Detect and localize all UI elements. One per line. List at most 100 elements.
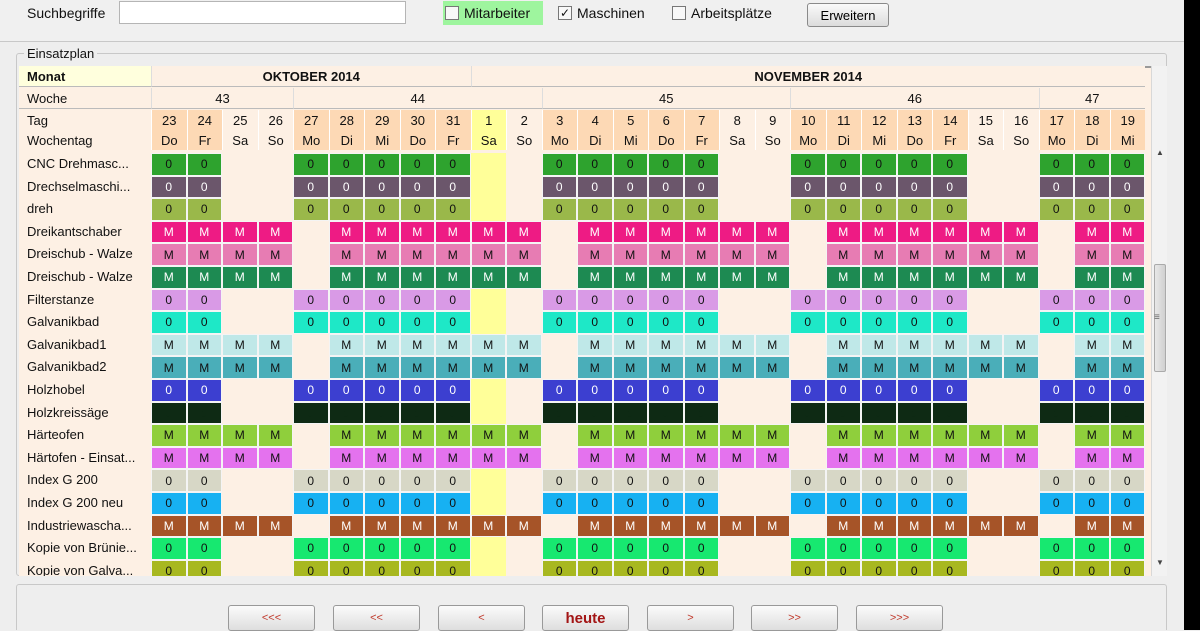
today-cell — [470, 175, 506, 199]
schedule-cell: M — [506, 514, 542, 538]
weekday-header: So — [754, 130, 790, 150]
schedule-cell: 0 — [683, 401, 719, 425]
schedule-cell: M — [328, 514, 364, 538]
schedule-cell: 0 — [896, 379, 932, 402]
schedule-cell: M — [257, 220, 293, 244]
schedule-cell: M — [932, 514, 968, 538]
schedule-cell: 0 — [186, 537, 222, 560]
month-header: NOVEMBER 2014 — [470, 66, 1145, 87]
nav-next-button[interactable]: > — [647, 605, 734, 631]
schedule-cell: M — [257, 333, 293, 357]
weekday-header: Mi — [861, 130, 897, 150]
schedule-cell: 0 — [1038, 175, 1074, 199]
day-header: 29 — [364, 110, 400, 130]
schedule-cell: 0 — [896, 288, 932, 312]
machine-row-label: Härtofen - Einsat... — [27, 449, 136, 465]
day-header: 11 — [825, 110, 861, 130]
nav-next-week-button[interactable]: >> — [751, 605, 838, 631]
checkbox-mitarbeiter-box[interactable] — [445, 6, 459, 20]
machine-row-label: Galvanikbad — [27, 314, 100, 330]
schedule-cell: M — [1003, 243, 1039, 266]
schedule-cell: M — [896, 356, 932, 379]
day-header: 18 — [1074, 110, 1110, 130]
schedule-cell: M — [967, 356, 1003, 379]
schedule-cell: 0 — [364, 492, 400, 515]
checkbox-arbeitsplaetze-box[interactable] — [672, 6, 686, 20]
nav-prev-button[interactable]: < — [438, 605, 525, 631]
schedule-cell: 0 — [1109, 153, 1145, 176]
schedule-cell: M — [328, 424, 364, 447]
expand-button[interactable]: Erweitern — [807, 3, 889, 27]
schedule-cell: M — [577, 266, 613, 289]
schedule-cell: M — [470, 356, 506, 379]
weekday-header: Mo — [541, 130, 577, 150]
checkbox-maschinen-box[interactable]: ✓ — [558, 6, 572, 20]
schedule-cell: 0 — [577, 401, 613, 425]
schedule-cell: 0 — [932, 379, 968, 402]
grip-icon: ≡ — [1154, 312, 1160, 323]
schedule-cell: 0 — [151, 311, 187, 334]
schedule-cell: M — [967, 446, 1003, 470]
schedule-cell: 0 — [861, 492, 897, 515]
schedule-cell: M — [435, 514, 471, 538]
schedule-cell: 0 — [399, 401, 435, 425]
machine-row-label: Drechselmaschi... — [27, 178, 131, 194]
weekday-header: Mi — [1109, 130, 1145, 150]
schedule-cell: M — [435, 333, 471, 357]
schedule-cell: 0 — [151, 492, 187, 515]
schedule-cell: M — [222, 243, 258, 266]
schedule-cell: 0 — [1074, 492, 1110, 515]
scroll-up-icon[interactable]: ▲ — [1156, 148, 1164, 157]
schedule-cell: M — [328, 220, 364, 244]
schedule-cell: M — [435, 446, 471, 470]
schedule-cell: M — [470, 220, 506, 244]
week-header: 45 — [541, 88, 790, 109]
schedule-cell: 0 — [861, 153, 897, 176]
checkbox-mitarbeiter[interactable]: Mitarbeiter — [443, 1, 543, 25]
today-cell — [470, 492, 506, 515]
schedule-cell: M — [825, 243, 861, 266]
vertical-scrollbar[interactable]: ▲ ≡ ▼ — [1151, 66, 1167, 576]
weekday-header: Do — [151, 130, 187, 150]
schedule-cell: M — [719, 220, 755, 244]
today-cell — [470, 401, 506, 425]
nav-first-button[interactable]: <<< — [228, 605, 315, 631]
weekday-header: Di — [1074, 130, 1110, 150]
schedule-cell: M — [364, 333, 400, 357]
checkbox-arbeitsplaetze[interactable]: Arbeitsplätze — [672, 1, 772, 25]
schedule-cell: 0 — [186, 153, 222, 176]
schedule-cell: M — [399, 333, 435, 357]
schedule-cell: 0 — [293, 559, 329, 576]
today-cell — [470, 311, 506, 334]
schedule-cell: M — [896, 220, 932, 244]
weekday-header: Sa — [967, 130, 1003, 150]
today-button[interactable]: heute — [542, 605, 629, 631]
schedule-cell: M — [151, 333, 187, 357]
today-cell — [470, 469, 506, 492]
schedule-cell: 0 — [1038, 153, 1074, 176]
schedule-cell: 0 — [186, 559, 222, 576]
schedule-cell: M — [932, 356, 968, 379]
schedule-cell: M — [896, 446, 932, 470]
weekday-header: Sa — [719, 130, 755, 150]
schedule-cell: 0 — [577, 311, 613, 334]
day-header: 3 — [541, 110, 577, 130]
schedule-cell: 0 — [435, 175, 471, 199]
schedule-cell: M — [683, 333, 719, 357]
schedule-cell: 0 — [151, 153, 187, 176]
scroll-down-icon[interactable]: ▼ — [1156, 558, 1164, 567]
schedule-cell: 0 — [186, 492, 222, 515]
schedule-cell: 0 — [683, 198, 719, 221]
schedule-cell: M — [754, 424, 790, 447]
schedule-cell: 0 — [293, 288, 329, 312]
nav-last-button[interactable]: >>> — [856, 605, 943, 631]
nav-prev-week-button[interactable]: << — [333, 605, 420, 631]
search-input[interactable] — [119, 1, 406, 24]
schedule-cell: M — [506, 424, 542, 447]
schedule-cell: 0 — [825, 492, 861, 515]
checkbox-maschinen[interactable]: ✓ Maschinen — [558, 1, 645, 25]
schedule-cell: 0 — [364, 379, 400, 402]
day-header: 31 — [435, 110, 471, 130]
schedule-cell: M — [861, 220, 897, 244]
schedule-cell: 0 — [399, 153, 435, 176]
